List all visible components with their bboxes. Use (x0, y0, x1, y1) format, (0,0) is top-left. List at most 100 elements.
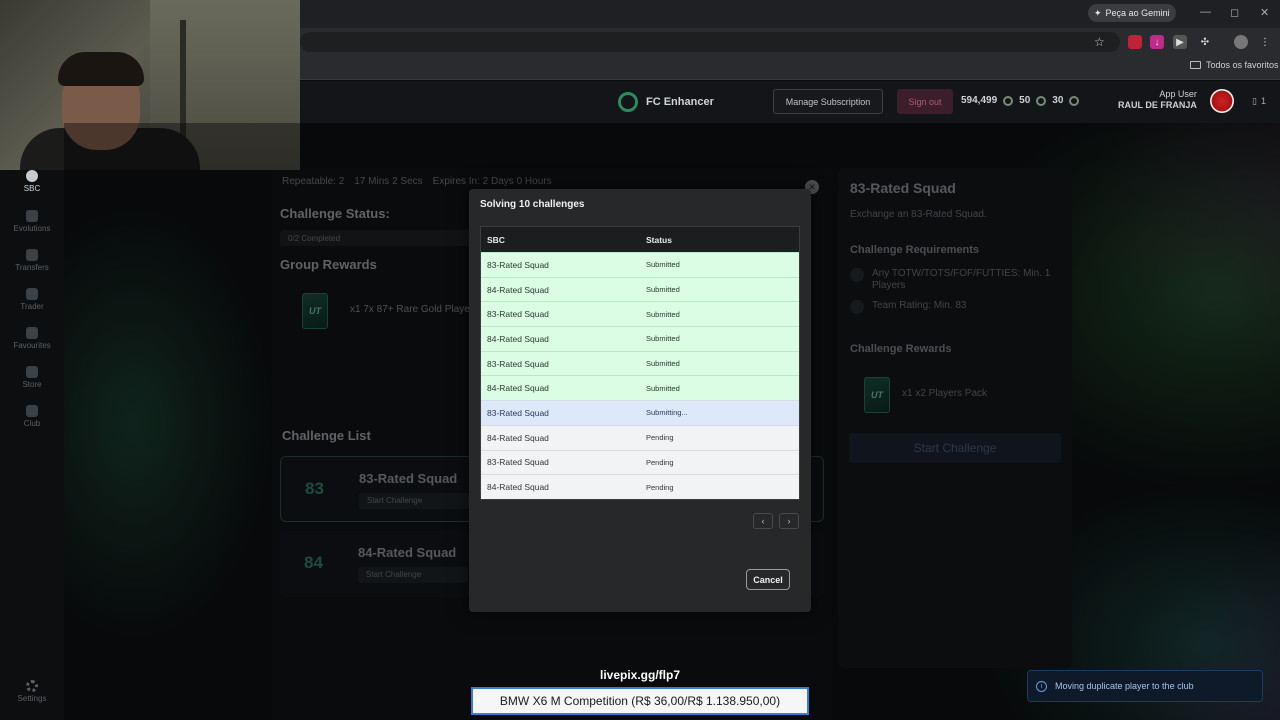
modal-title: Solving 10 challenges (480, 199, 585, 210)
next-page-button[interactable]: › (779, 513, 799, 529)
nav-sbc[interactable]: SBC (0, 170, 64, 193)
table-row: 84-Rated Squad Pending (481, 474, 799, 499)
donation-goal: BMW X6 M Competition (R$ 36,00/R$ 1.138.… (471, 687, 809, 715)
toast-message: Moving duplicate player to the club (1055, 681, 1194, 691)
points-icon (1036, 95, 1047, 106)
address-bar[interactable] (300, 32, 1120, 52)
points-value: 50 (1019, 95, 1031, 106)
star-icon[interactable]: ☆ (1094, 35, 1105, 49)
nav-trader[interactable]: Trader (0, 288, 64, 311)
puzzle-icon[interactable]: ✣ (1198, 35, 1212, 49)
tokens-value: 30 (1052, 95, 1064, 106)
nav-settings[interactable]: Settings (0, 680, 64, 703)
row-sbc: 84-Rated Squad (487, 432, 549, 443)
nav-label: Transfers (15, 263, 49, 272)
row-sbc: 83-Rated Squad (487, 457, 549, 468)
table-row: 83-Rated Squad Pending (481, 449, 799, 475)
row-status: Submitted (646, 285, 680, 295)
table-row: 84-Rated Squad Submitted (481, 375, 799, 401)
user-role: App User (1159, 89, 1197, 99)
brand: FC Enhancer (618, 92, 714, 112)
extension-icon[interactable] (1128, 35, 1142, 49)
row-sbc: 84-Rated Squad (487, 482, 549, 493)
info-icon: i (1036, 680, 1047, 692)
club-badge-icon[interactable] (1210, 89, 1234, 113)
shirt-icon (26, 288, 38, 300)
sparkle-icon: ✦ (1094, 7, 1102, 18)
row-status: Submitted (646, 260, 680, 270)
left-sidebar: SBC Evolutions Transfers Trader Favourit… (0, 170, 64, 720)
table-row: 84-Rated Squad Submitted (481, 326, 799, 351)
row-sbc: 84-Rated Squad (487, 383, 549, 394)
transfers-icon (26, 249, 38, 261)
prev-page-button[interactable]: ‹ (753, 513, 773, 529)
row-sbc: 83-Rated Squad (487, 358, 549, 369)
minimize-button[interactable]: — (1200, 6, 1211, 18)
bookmarks-label: Todos os favoritos (1206, 60, 1279, 70)
phone-icon: ▯ (1252, 96, 1257, 106)
row-sbc: 83-Rated Squad (487, 309, 549, 320)
table-row: 83-Rated Squad Submitted (481, 350, 799, 376)
cart-icon (26, 366, 38, 378)
trophy-icon (26, 327, 38, 339)
nav-label: Club (23, 419, 41, 428)
row-status: Pending (646, 482, 674, 492)
close-window-button[interactable]: ✕ (1260, 6, 1269, 19)
header-status: Status (646, 234, 672, 245)
table-row: 84-Rated Squad Pending (481, 424, 799, 450)
club-icon (26, 405, 38, 417)
row-status: Submitting... (646, 408, 688, 418)
nav-label: Evolutions (13, 224, 51, 233)
nav-label: Favourites (13, 341, 51, 350)
nav-favourites[interactable]: Favourites (0, 327, 64, 350)
table-header: SBC Status (481, 227, 799, 252)
solving-modal: Solving 10 challenges SBC Status 83-Rate… (469, 189, 811, 612)
currency-stats: 594,499 50 30 (961, 95, 1080, 106)
row-status: Submitted (646, 359, 680, 369)
play-icon[interactable]: ▶ (1173, 35, 1187, 49)
brand-name: FC Enhancer (646, 96, 714, 108)
user-name: RAUL DE FRANJA (1118, 100, 1197, 110)
nav-label: SBC (23, 184, 41, 193)
toast-notification: i Moving duplicate player to the club (1027, 670, 1263, 702)
maximize-button[interactable]: ◻ (1230, 6, 1239, 19)
kebab-menu-icon[interactable]: ⋮ (1258, 35, 1272, 49)
sign-out-button[interactable]: Sign out (897, 89, 953, 114)
nav-club[interactable]: Club (0, 405, 64, 428)
row-status: Pending (646, 457, 674, 467)
table-row: 84-Rated Squad Submitted (481, 276, 799, 302)
row-status: Submitted (646, 334, 680, 344)
bookmarks-folder[interactable]: Todos os favoritos (1190, 60, 1279, 70)
nav-store[interactable]: Store (0, 366, 64, 389)
row-sbc: 84-Rated Squad (487, 284, 549, 295)
evolutions-icon (26, 210, 38, 222)
token-icon (1069, 95, 1080, 106)
webcam-person-hair (58, 52, 144, 86)
header-sbc: SBC (487, 234, 505, 245)
notification-count: 1 (1260, 96, 1266, 106)
coin-icon (1003, 95, 1014, 106)
stream-url: livepix.gg/flp7 (599, 668, 680, 682)
gear-icon (26, 680, 38, 692)
row-status: Submitted (646, 383, 680, 393)
folder-icon (1190, 61, 1201, 69)
row-sbc: 83-Rated Squad (487, 407, 549, 418)
nav-label: Store (22, 380, 42, 389)
download-icon[interactable]: ↓ (1150, 35, 1164, 49)
nav-transfers[interactable]: Transfers (0, 249, 64, 272)
gemini-label: Peça ao Gemini (1105, 8, 1170, 18)
row-status: Submitted (646, 309, 680, 319)
settings-label: Settings (17, 694, 47, 703)
row-sbc: 84-Rated Squad (487, 333, 549, 344)
nav-evolutions[interactable]: Evolutions (0, 210, 64, 233)
gemini-button[interactable]: ✦ Peça ao Gemini (1088, 4, 1176, 22)
table-row: 83-Rated Squad Submitting... (481, 400, 799, 425)
notifications[interactable]: ▯ 1 (1252, 96, 1266, 107)
table-row: 83-Rated Squad Submitted (481, 301, 799, 327)
table-row: 83-Rated Squad Submitted (481, 252, 799, 277)
coins-value: 594,499 (961, 95, 998, 106)
profile-icon[interactable] (1234, 35, 1248, 49)
nav-label: Trader (20, 302, 44, 311)
cancel-button[interactable]: Cancel (746, 569, 790, 590)
manage-subscription-button[interactable]: Manage Subscription (773, 89, 883, 114)
